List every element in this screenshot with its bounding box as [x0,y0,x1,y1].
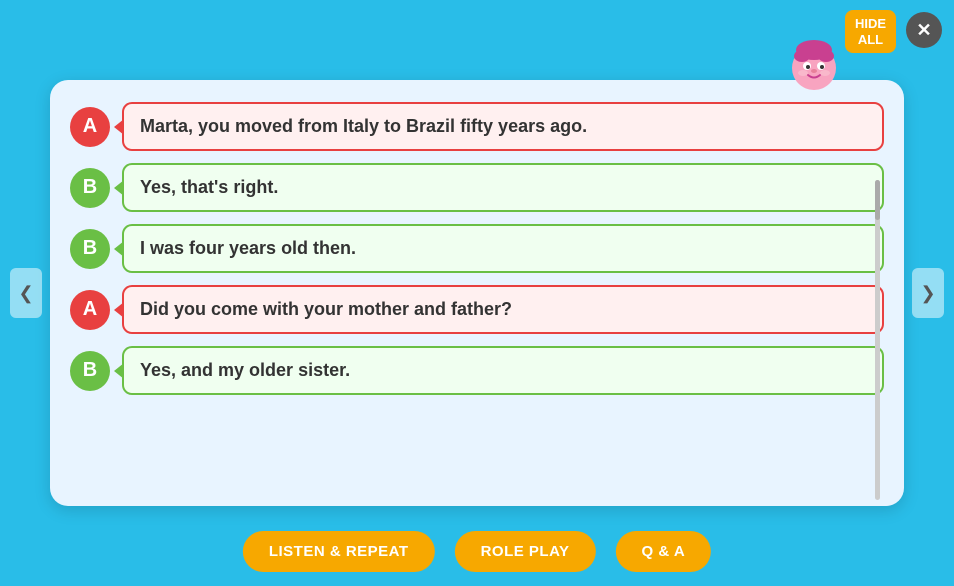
hide-all-label: HIDE ALL [855,16,886,47]
close-icon: ✕ [916,20,931,41]
dialog-list: A Marta, you moved from Italy to Brazil f… [70,102,884,395]
dialog-item: B Yes, and my older sister. [70,346,884,395]
dialog-bubble: Yes, and my older sister. [122,346,884,395]
dialog-item: B I was four years old then. [70,224,884,273]
dialog-item: B Yes, that's right. [70,163,884,212]
dialog-bubble: Yes, that's right. [122,163,884,212]
scrollbar-thumb [875,180,880,220]
bottom-bar: LISTEN & REPEAT ROLE PLAY Q & A [243,531,711,572]
speaker-badge-a: A [70,107,110,147]
dialog-item: A Did you come with your mother and fathe… [70,285,884,334]
dialog-item: A Marta, you moved from Italy to Brazil f… [70,102,884,151]
right-arrow-icon: ❯ [920,283,935,304]
speaker-badge-b: B [70,229,110,269]
nav-arrow-right[interactable]: ❯ [912,268,944,318]
dialog-bubble: I was four years old then. [122,224,884,273]
speaker-badge-b: B [70,351,110,391]
mascot-character [784,38,844,93]
dialog-bubble: Did you come with your mother and father… [122,285,884,334]
mascot-svg [784,38,844,93]
nav-arrow-left[interactable]: ❮ [10,268,42,318]
role-play-button[interactable]: ROLE PLAY [455,531,596,572]
dialog-card: A Marta, you moved from Italy to Brazil f… [50,80,904,506]
speaker-badge-b: B [70,168,110,208]
hide-all-button[interactable]: HIDE ALL [845,10,896,53]
speaker-badge-a: A [70,290,110,330]
left-arrow-icon: ❮ [18,283,33,304]
scrollbar-track [875,180,880,500]
q-and-a-button[interactable]: Q & A [616,531,712,572]
listen-repeat-button[interactable]: LISTEN & REPEAT [243,531,435,572]
dialog-bubble: Marta, you moved from Italy to Brazil fi… [122,102,884,151]
close-button[interactable]: ✕ [906,12,942,48]
